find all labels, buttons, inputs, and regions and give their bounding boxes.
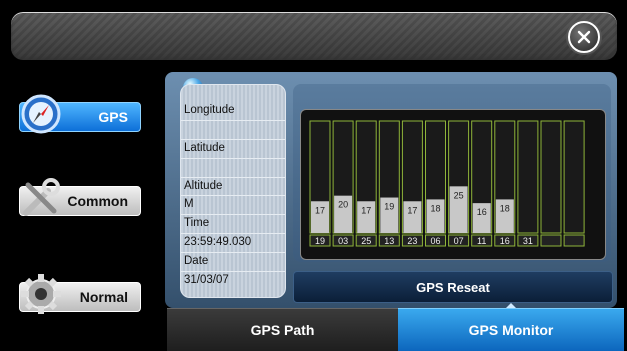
title-bar (11, 12, 617, 60)
longitude-value (181, 121, 285, 140)
gps-reset-button[interactable]: GPS Reseat (293, 271, 613, 303)
active-tab-caret (506, 303, 516, 308)
signal-value-label: 17 (361, 205, 371, 215)
sidebar-item-label: GPS (98, 109, 128, 125)
signal-slot (563, 120, 585, 234)
satellite-id-box (540, 234, 562, 247)
close-button[interactable] (568, 21, 600, 53)
signal-value-label: 18 (430, 203, 440, 213)
signal-value-label: 18 (500, 203, 510, 213)
signal-slot (540, 120, 562, 234)
altitude-label: Altitude (181, 178, 285, 197)
satellite-id-label: 11 (477, 236, 486, 246)
sidebar-item-gps[interactable]: GPS (19, 94, 141, 134)
latitude-label: Latitude (181, 140, 285, 159)
altitude-value: M (181, 196, 285, 216)
time-label: Time (181, 215, 285, 235)
satellite-id-label: 07 (454, 236, 464, 246)
tools-icon (23, 178, 60, 216)
sidebar-item-label: Common (67, 193, 128, 209)
longitude-label: Longitude (181, 102, 285, 121)
satellite-id-label: 23 (407, 236, 417, 246)
sidebar-item-normal[interactable]: Normal (19, 274, 141, 314)
satellite-id-label: 03 (338, 236, 348, 246)
satellite-id-label: 13 (384, 236, 394, 246)
date-label: Date (181, 253, 285, 273)
latitude-value (181, 159, 285, 178)
gear-icon (21, 274, 61, 314)
sidebar-item-label: Normal (79, 289, 128, 305)
signal-value-label: 17 (315, 205, 325, 215)
tab-gps-monitor[interactable]: GPS Monitor (398, 308, 624, 351)
date-value: 31/03/07 (184, 274, 229, 287)
satellite-id-label: 16 (500, 236, 510, 246)
signal-value-label: 16 (477, 207, 487, 217)
signal-value-label: 19 (384, 202, 394, 212)
sidebar-item-common[interactable]: Common (19, 178, 141, 216)
close-icon (577, 30, 591, 44)
satellite-id-label: 31 (523, 236, 533, 246)
satellite-id-label: 19 (315, 236, 325, 246)
tab-gps-path[interactable]: GPS Path (167, 308, 398, 351)
gps-info-panel: Longitude Latitude Altitude M Time 23:59… (180, 84, 286, 298)
signal-slot (517, 120, 539, 234)
time-value: 23:59:49.030 (181, 234, 285, 254)
signal-chart-frame: 17 19 20 03 17 25 19 13 17 23 18 06 25 07 16 11 18 16 31 (300, 109, 606, 260)
satellite-signal-chart: 17 19 20 03 17 25 19 13 17 23 18 06 25 07 16 11 18 16 31 (309, 120, 585, 247)
signal-value-label: 17 (407, 205, 417, 215)
satellite-id-box (563, 234, 585, 247)
signal-value-label: 20 (338, 200, 348, 210)
signal-value-label: 25 (454, 190, 464, 200)
satellite-id-label: 06 (430, 236, 440, 246)
compass-icon (21, 94, 61, 134)
satellite-id-label: 25 (361, 236, 371, 246)
